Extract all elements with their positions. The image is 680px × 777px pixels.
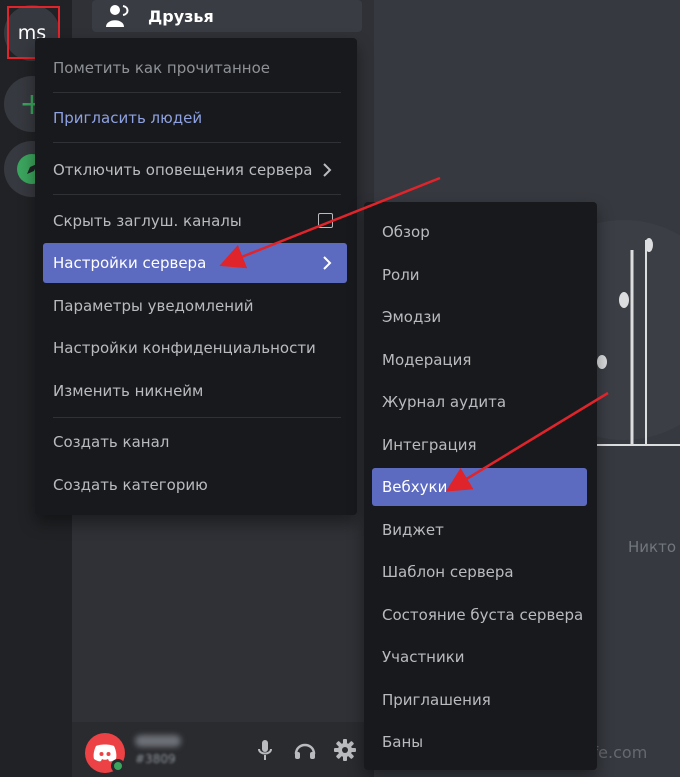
menu-item-label: Пометить как прочитанное [53, 59, 270, 77]
menu-item-notification-settings[interactable]: Параметры уведомлений [43, 286, 347, 326]
submenu-item-label: Роли [382, 266, 420, 284]
menu-item-create-channel[interactable]: Создать канал [43, 422, 347, 462]
submenu-item-server-template[interactable]: Шаблон сервера [372, 553, 587, 591]
submenu-item-label: Участники [382, 648, 465, 666]
submenu-item-emoji[interactable]: Эмодзи [372, 298, 587, 336]
submenu-item-label: Эмодзи [382, 308, 442, 326]
menu-item-label: Скрыть заглуш. каналы [53, 212, 242, 230]
menu-item-hide-muted-channels[interactable]: Скрыть заглуш. каналы [43, 201, 347, 241]
menu-item-label: Создать канал [53, 433, 170, 451]
microphone-icon[interactable] [252, 737, 278, 763]
menu-item-server-settings[interactable]: Настройки сервера [43, 243, 347, 283]
submenu-item-integrations[interactable]: Интеграция [372, 426, 587, 464]
menu-item-label: Настройки сервера [53, 254, 207, 272]
submenu-item-label: Вебхуки [382, 478, 448, 496]
friends-nav-item[interactable]: Друзья [92, 0, 362, 32]
menu-item-label: Отключить оповещения сервера [53, 161, 313, 179]
submenu-item-audit-log[interactable]: Журнал аудита [372, 383, 587, 421]
submenu-item-members[interactable]: Участники [372, 638, 587, 676]
submenu-item-label: Журнал аудита [382, 393, 507, 411]
submenu-item-label: Интеграция [382, 436, 477, 454]
submenu-item-overview[interactable]: Обзор [372, 213, 587, 251]
chevron-right-icon [323, 256, 332, 270]
menu-item-label: Параметры уведомлений [53, 297, 254, 315]
username-blurred [135, 735, 181, 747]
server-settings-submenu: Обзор Роли Эмодзи Модерация Журнал аудит… [364, 202, 597, 770]
submenu-item-invites[interactable]: Приглашения [372, 681, 587, 719]
submenu-item-webhooks[interactable]: Вебхуки [372, 468, 587, 506]
menu-item-create-category[interactable]: Создать категорию [43, 465, 347, 505]
submenu-item-label: Обзор [382, 223, 430, 241]
submenu-item-moderation[interactable]: Модерация [372, 341, 587, 379]
submenu-item-label: Приглашения [382, 691, 491, 709]
gear-icon[interactable] [332, 737, 358, 763]
submenu-item-roles[interactable]: Роли [372, 256, 587, 294]
menu-separator [53, 194, 341, 195]
submenu-item-label: Шаблон сервера [382, 563, 514, 581]
menu-item-invite-people[interactable]: Пригласить людей [43, 98, 347, 138]
submenu-item-bans[interactable]: Баны [372, 723, 587, 761]
menu-item-privacy-settings[interactable]: Настройки конфиденциальности [43, 328, 347, 368]
menu-separator [53, 142, 341, 143]
menu-item-label: Настройки конфиденциальности [53, 339, 316, 357]
menu-item-label: Изменить никнейм [53, 382, 204, 400]
menu-item-label: Создать категорию [53, 476, 208, 494]
empty-state-text: Никто [628, 538, 677, 556]
menu-separator [53, 92, 341, 93]
menu-item-mute-server[interactable]: Отключить оповещения сервера [43, 150, 347, 190]
menu-item-change-nickname[interactable]: Изменить никнейм [43, 371, 347, 411]
menu-separator [53, 417, 341, 418]
headphones-icon[interactable] [292, 737, 318, 763]
online-status-indicator [111, 759, 125, 773]
friends-label: Друзья [148, 6, 214, 26]
chevron-right-icon [323, 163, 332, 177]
submenu-item-label: Состояние буста сервера [382, 606, 584, 624]
submenu-item-label: Виджет [382, 521, 444, 539]
user-panel: #3809 [72, 722, 374, 777]
server-context-menu: Пометить как прочитанное Пригласить люде… [35, 38, 357, 515]
submenu-item-widget[interactable]: Виджет [372, 511, 587, 549]
menu-item-label: Пригласить людей [53, 109, 203, 127]
submenu-item-label: Баны [382, 733, 424, 751]
user-tag: #3809 [135, 752, 176, 766]
friends-icon [102, 4, 132, 28]
submenu-item-label: Модерация [382, 351, 472, 369]
menu-item-mark-as-read[interactable]: Пометить как прочитанное [43, 48, 347, 88]
submenu-item-server-boost-status[interactable]: Состояние буста сервера [372, 596, 587, 634]
checkbox-icon[interactable] [318, 213, 333, 228]
